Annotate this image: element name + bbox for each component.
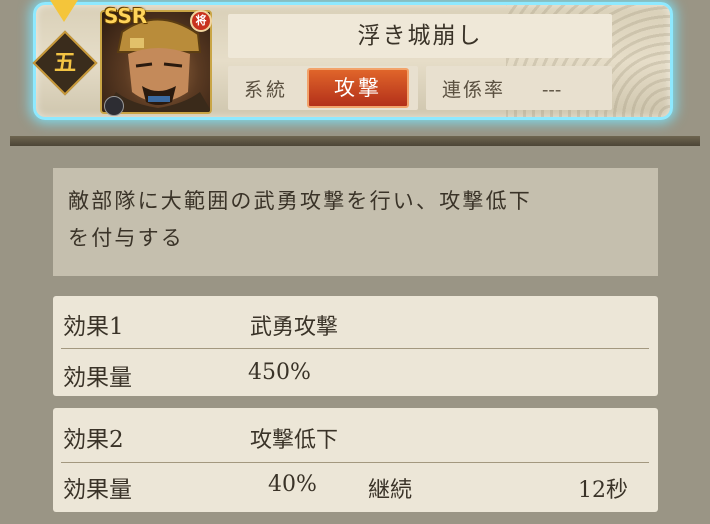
panel-frame-bar bbox=[10, 136, 700, 146]
effect-2-name: 攻撃低下 bbox=[250, 428, 339, 453]
description-line-1: 敵部隊に大範囲の武勇攻撃を行い、攻撃低下 bbox=[68, 189, 532, 213]
effect-1-label: 効果1 bbox=[63, 314, 124, 340]
effect-2-duration: 12秒 bbox=[578, 478, 628, 503]
effect-1-divider bbox=[61, 348, 649, 349]
effect-2-label: 効果2 bbox=[63, 427, 124, 453]
type-chip: 攻撃 bbox=[307, 68, 409, 108]
skill-name: 浮き城崩し bbox=[357, 23, 483, 49]
rank-down-arrow-icon bbox=[50, 0, 78, 22]
skill-description: 敵部隊に大範囲の武勇攻撃を行い、攻撃低下 を付与する bbox=[53, 168, 658, 276]
effect-panel-1 bbox=[53, 296, 658, 396]
type-label: 系統 bbox=[244, 79, 289, 101]
effect-1-amount: 450% bbox=[248, 360, 311, 385]
effect-2-duration-label: 継続 bbox=[368, 478, 413, 503]
description-line-2: を付与する bbox=[68, 226, 184, 250]
helmet-icon bbox=[104, 96, 124, 116]
link-rate-label: 連係率 bbox=[442, 79, 506, 101]
rarity-label: SSR bbox=[104, 4, 148, 28]
effect-1-amount-label: 効果量 bbox=[63, 365, 132, 391]
effect-2-divider bbox=[61, 462, 649, 463]
effect-2-amount-label: 効果量 bbox=[63, 477, 132, 503]
link-rate-value: --- bbox=[542, 79, 562, 101]
effect-2-amount: 40% bbox=[268, 472, 317, 497]
effect-1-name: 武勇攻撃 bbox=[250, 315, 339, 340]
general-badge-icon: 将 bbox=[190, 10, 212, 32]
effect-panel-2 bbox=[53, 408, 658, 512]
rank-value: 五 bbox=[53, 50, 76, 76]
